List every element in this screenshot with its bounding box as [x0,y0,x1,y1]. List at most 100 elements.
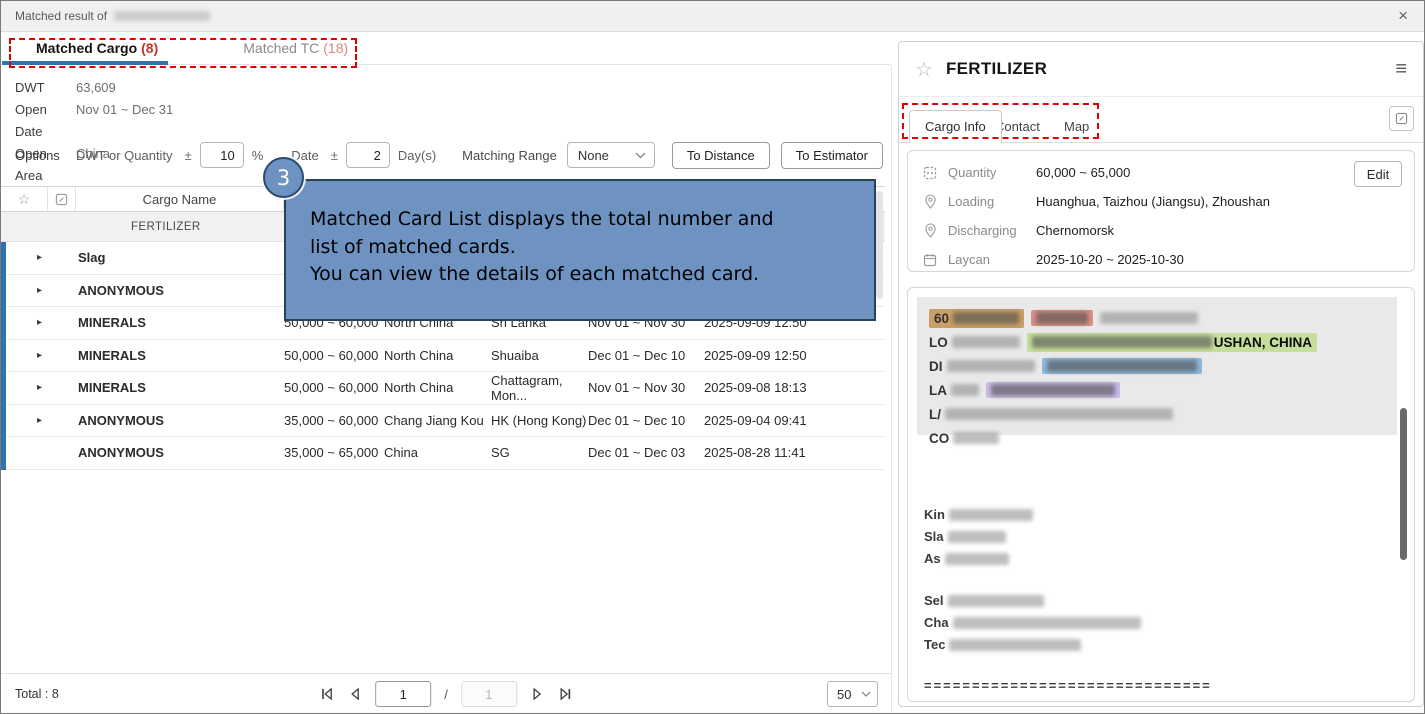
callout-text-line: list of matched cards. [310,234,874,262]
cargo-name-column-header[interactable]: Cargo Name [76,187,284,211]
cargo-info-card: Quantity 60,000 ~ 65,000 Loading Huanghu… [907,150,1415,272]
dwt-tolerance-input[interactable] [200,142,244,168]
highlight-laycan [986,382,1120,398]
email-divider-line: ============================== [924,678,1212,693]
email-company-block: Sel Cha Tec [924,590,1148,656]
expand-arrow-icon[interactable]: ▸ [37,285,42,296]
next-page-button[interactable] [530,687,545,702]
expand-arrow-icon[interactable]: ▸ [37,415,42,426]
info-row-discharging: Discharging Chernomorsk [908,216,1414,245]
open-date-value: Nov 01 ~ Dec 31 [76,99,173,143]
redacted-text [947,360,1035,372]
last-page-button[interactable] [558,687,573,702]
email-scrollbar[interactable] [1400,408,1407,560]
page-size-select[interactable]: 50 [827,681,878,707]
cargo-name-cell: Slag [46,250,284,265]
active-tab-underline [2,61,168,65]
laycan-value: 2025-10-20 ~ 2025-10-30 [1036,252,1184,267]
pin-icon [922,194,938,209]
tab-matched-cargo[interactable]: Matched Cargo(8) [36,40,158,56]
matching-range-select[interactable]: None [567,142,655,168]
tab-contact[interactable]: Contact [995,119,1040,134]
email-line-commission: CO [929,426,1385,450]
cargo-detail-panel: ☆ FERTILIZER ≡ Cargo Info Contact Map Qu… [898,41,1424,707]
cargo-name-cell: MINERALS [46,348,284,363]
star-icon: ☆ [18,191,31,208]
note-icon [55,193,68,206]
expand-arrow-icon[interactable]: ▸ [37,252,42,263]
close-icon[interactable]: × [1398,7,1408,25]
menu-icon[interactable]: ≡ [1395,58,1407,81]
window-title: Matched result of [15,9,107,23]
redacted-text [948,595,1044,607]
redacted-title-text [114,11,210,21]
loading-cell: North China [384,380,491,395]
panel-divider [891,65,892,713]
chevron-down-icon [635,152,646,159]
info-row-quantity: Quantity 60,000 ~ 65,000 [908,158,1414,187]
plus-minus-sign: ± [185,148,192,163]
note-icon [1395,112,1408,125]
callout-text-line: Matched Card List displays the total num… [310,206,874,234]
matched-tc-count: (18) [323,40,348,56]
cargo-name-cell: ANONYMOUS [46,413,284,428]
pagination-controls: / 1 [319,681,573,707]
expand-arrow-icon[interactable]: ▸ [37,382,42,393]
highlight-cargo [1031,310,1093,326]
email-line-quantity: 60 [929,306,1385,330]
open-date-label: Open Date [15,99,76,143]
percent-sign: % [252,148,264,163]
tab-cargo-info[interactable]: Cargo Info [909,110,1002,143]
tab-matched-tc[interactable]: Matched TC(18) [243,40,348,56]
table-row[interactable]: ▸ ANONYMOUS 35,000 ~ 60,000 Chang Jiang … [1,405,885,438]
discharging-cell: Chattagram, Mon... [491,373,588,403]
laycan-cell: Dec 01 ~ Dec 10 [588,348,704,363]
table-row[interactable]: ▸ MINERALS 50,000 ~ 60,000 North China S… [1,340,885,373]
redacted-text [945,408,1173,420]
cargo-name-cell: ANONYMOUS [46,445,284,460]
favorite-star-icon[interactable]: ☆ [915,57,933,82]
matched-cargo-count: (8) [141,40,158,56]
to-distance-button[interactable]: To Distance [672,142,770,169]
tab-map[interactable]: Map [1064,119,1089,134]
updated-cell: 2025-09-04 09:41 [704,413,885,428]
detail-header: ☆ FERTILIZER ≡ [899,42,1423,97]
summary-row-open-date: Open Date Nov 01 ~ Dec 31 [15,99,173,143]
table-row[interactable]: ▸ ANONYMOUS 35,000 ~ 65,000 China SG Dec… [1,437,885,470]
to-estimator-button[interactable]: To Estimator [781,142,883,169]
laycan-label: Laycan [948,252,1036,267]
matching-options-row: Options DWT or Quantity ± % Date ± Day(s… [15,141,883,169]
dwt-or-quantity-label: DWT or Quantity [76,148,173,163]
redacted-text [953,617,1141,629]
redacted-text [953,432,999,444]
expand-arrow-icon[interactable]: ▸ [37,317,42,328]
table-row[interactable]: ▸ MINERALS 50,000 ~ 60,000 North China C… [1,372,885,405]
table-footer: Total : 8 / 1 50 [1,673,891,714]
redacted-text [949,639,1081,651]
edit-note-button[interactable] [1389,106,1414,131]
plus-minus-sign: ± [331,148,338,163]
summary-row-dwt: DWT 63,609 [15,77,173,99]
quantity-icon [922,166,938,180]
email-signature-block: Kin Sla As [924,504,1040,570]
note-column-header [48,187,76,211]
previous-page-button[interactable] [347,687,362,702]
chevron-down-icon [861,691,871,697]
loading-cell: North China [384,348,491,363]
matching-range-label: Matching Range [462,148,557,163]
redacted-text [951,384,979,396]
highlight-quantity: 60 [929,309,1024,328]
edit-button[interactable]: Edit [1354,161,1402,187]
quantity-cell: 35,000 ~ 60,000 [284,413,384,428]
updated-cell: 2025-09-09 12:50 [704,348,885,363]
current-page-input[interactable] [375,681,431,707]
date-tolerance-input[interactable] [346,142,390,168]
pin-icon [922,223,938,238]
table-scrollbar[interactable] [876,191,883,299]
first-page-button[interactable] [319,687,334,702]
vessel-summary: DWT 63,609 Open Date Nov 01 ~ Dec 31 Ope… [15,77,173,187]
redacted-text [948,531,1006,543]
highlight-discharging-port [1042,358,1202,374]
expand-arrow-icon[interactable]: ▸ [37,350,42,361]
cargo-name-cell: ANONYMOUS [46,283,284,298]
